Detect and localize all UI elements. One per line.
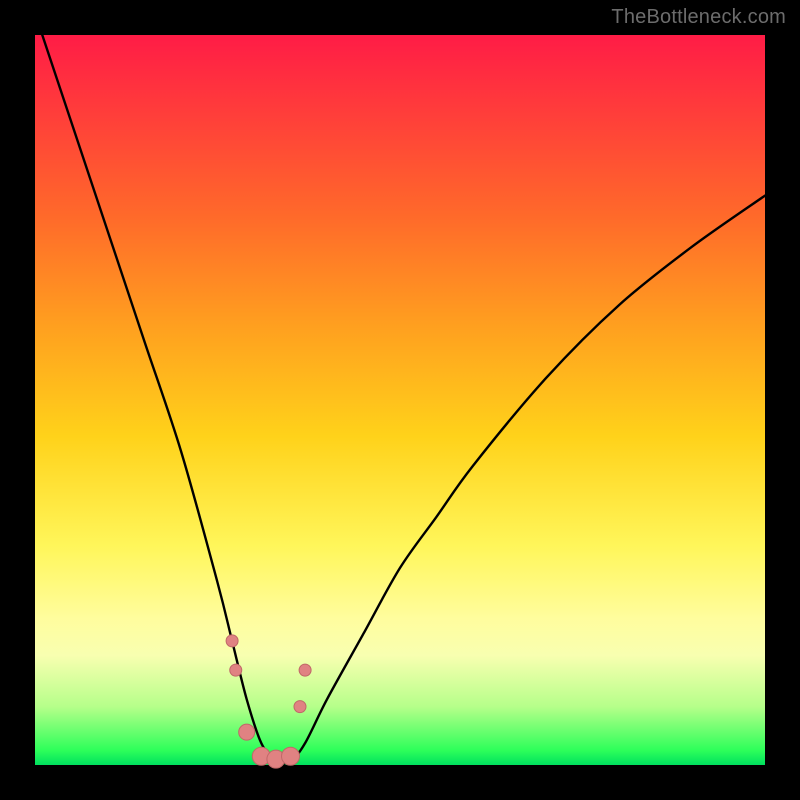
curve-marker (282, 747, 300, 765)
curve-marker (294, 701, 306, 713)
curve-marker (226, 635, 238, 647)
curve-marker (239, 724, 255, 740)
curve-svg (35, 35, 765, 765)
curve-markers (226, 635, 311, 768)
watermark-text: TheBottleneck.com (611, 6, 786, 29)
curve-marker (299, 664, 311, 676)
curve-marker (230, 664, 242, 676)
chart-frame: TheBottleneck.com (0, 0, 800, 800)
plot-area (35, 35, 765, 765)
bottleneck-curve (35, 13, 765, 763)
